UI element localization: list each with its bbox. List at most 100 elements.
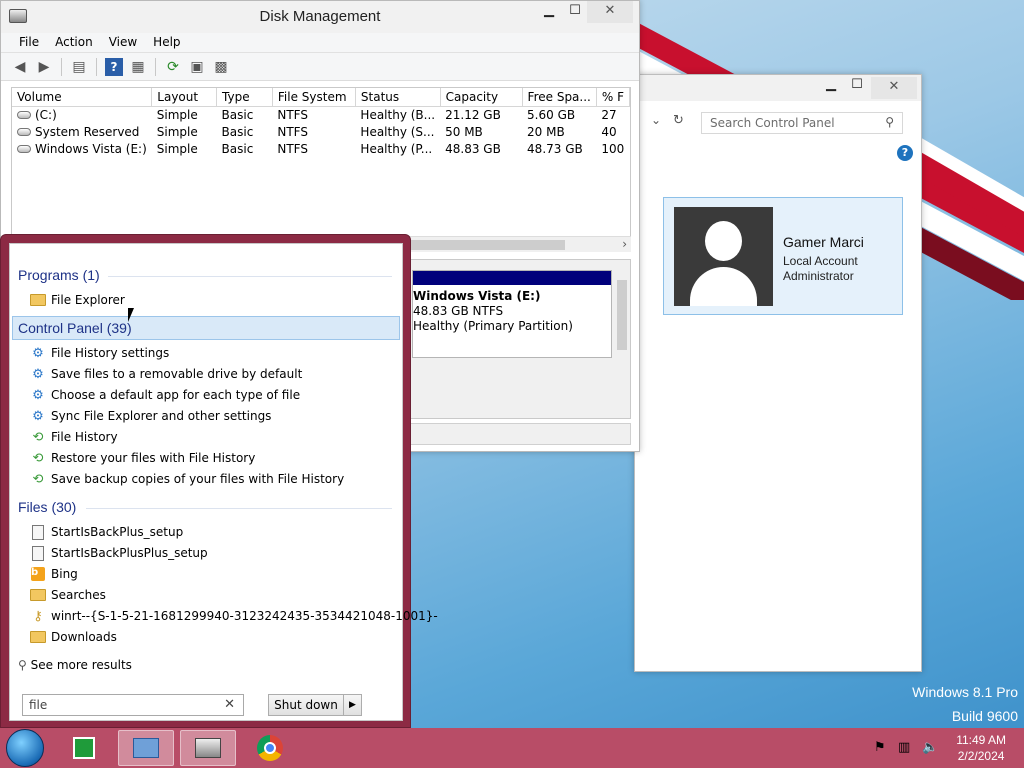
- see-more-results-link[interactable]: ⚲ See more results: [18, 658, 132, 672]
- divider: [108, 276, 392, 277]
- list-item[interactable]: ⚙ Save files to a removable drive by def…: [30, 364, 302, 384]
- disk-icon: [17, 128, 31, 136]
- menu-file[interactable]: File: [11, 33, 47, 52]
- table-row[interactable]: System Reserved Simple Basic NTFS Health…: [12, 123, 630, 140]
- list-item[interactable]: ⚙ Choose a default app for each type of …: [30, 385, 300, 405]
- table-row[interactable]: Windows Vista (E:) Simple Basic NTFS Hea…: [12, 140, 630, 157]
- start-search-input[interactable]: file ✕: [22, 694, 244, 716]
- list-item[interactable]: StartIsBackPlusPlus_setup: [30, 543, 208, 563]
- see-more-label: See more results: [30, 658, 132, 672]
- file-history-icon: ⟲: [32, 450, 44, 466]
- chrome-icon: [257, 735, 283, 761]
- search-control-panel-input[interactable]: Search Control Panel ⚲: [701, 112, 903, 134]
- menu-help[interactable]: Help: [145, 33, 188, 52]
- list-item[interactable]: ⟲ Save backup copies of your files with …: [30, 469, 345, 489]
- maximize-button[interactable]: ☐: [565, 1, 585, 23]
- item-label: StartIsBackPlus_setup: [51, 525, 184, 539]
- list-item[interactable]: ⚙ File History settings: [30, 343, 169, 363]
- item-label: StartIsBackPlusPlus_setup: [51, 546, 208, 560]
- table-row[interactable]: (C:) Simple Basic NTFS Healthy (B... 21.…: [12, 106, 630, 123]
- list-item[interactable]: ⚷ winrt--{S-1-5-21-1681299940-3123242435…: [30, 606, 438, 626]
- maximize-button[interactable]: ☐: [847, 75, 867, 97]
- scrollbar-thumb[interactable]: [411, 240, 565, 250]
- col-layout[interactable]: Layout: [151, 88, 218, 107]
- col-volume[interactable]: Volume: [12, 88, 153, 107]
- user-account-card[interactable]: Gamer Marci Local Account Administrator: [663, 197, 903, 315]
- minimize-button[interactable]: ▁: [821, 75, 841, 97]
- cell-percent-free: 100: [601, 141, 625, 156]
- volume-muted-icon[interactable]: 🔈: [922, 740, 938, 755]
- help-icon[interactable]: ?: [105, 57, 123, 76]
- key-icon: ⚷: [33, 608, 43, 624]
- cell-layout: Simple: [156, 141, 198, 156]
- taskbar-chrome-button[interactable]: [242, 730, 298, 766]
- col-status[interactable]: Status: [355, 88, 441, 107]
- divider: [86, 508, 392, 509]
- list-item[interactable]: Searches: [30, 585, 106, 605]
- col-capacity[interactable]: Capacity: [440, 88, 523, 107]
- action-center-flag-icon[interactable]: ⚑: [874, 740, 886, 755]
- refresh-icon[interactable]: ↻: [673, 113, 684, 128]
- close-button[interactable]: ✕: [587, 1, 633, 23]
- control-panel-titlebar[interactable]: ▁ ☐ ✕: [635, 75, 921, 101]
- disk-management-titlebar[interactable]: Disk Management ▁ ☐ ✕: [1, 1, 639, 33]
- partition-block[interactable]: Windows Vista (E:) 48.83 GB NTFS Healthy…: [412, 270, 612, 358]
- scrollbar-thumb[interactable]: [617, 280, 627, 350]
- menu-action[interactable]: Action: [47, 33, 101, 52]
- taskbar-disk-management-button[interactable]: [180, 730, 236, 766]
- system-clock[interactable]: 11:49 AM 2/2/2024: [956, 732, 1006, 764]
- item-label: File Explorer: [51, 293, 125, 307]
- item-label: Restore your files with File History: [51, 451, 256, 465]
- col-percent-free[interactable]: % F: [596, 88, 630, 107]
- group-header-control-panel[interactable]: Control Panel (39): [18, 320, 132, 336]
- volume-list-header: Volume Layout Type File System Status Ca…: [12, 88, 630, 107]
- properties-icon[interactable]: ▦: [129, 58, 147, 76]
- group-header-programs[interactable]: Programs (1): [18, 267, 100, 283]
- list-item[interactable]: b Bing: [30, 564, 78, 584]
- cell-capacity: 48.83 GB: [445, 141, 501, 156]
- cell-percent-free: 40: [601, 124, 617, 139]
- taskbar-store-button[interactable]: [56, 730, 112, 766]
- search-icon[interactable]: ⚲: [885, 115, 894, 129]
- show-hide-tree-icon[interactable]: ▤: [70, 58, 88, 76]
- chevron-right-icon[interactable]: ›: [622, 237, 627, 251]
- item-label: Choose a default app for each type of fi…: [51, 388, 301, 402]
- col-file-system[interactable]: File System: [272, 88, 356, 107]
- shut-down-options-arrow-icon[interactable]: ▶: [343, 695, 361, 715]
- refresh-icon[interactable]: ⟳: [164, 58, 182, 76]
- list-item[interactable]: File Explorer: [30, 290, 125, 310]
- list-item[interactable]: Downloads: [30, 627, 117, 647]
- clear-search-icon[interactable]: ✕: [224, 697, 235, 712]
- cell-capacity: 21.12 GB: [445, 107, 501, 122]
- minimize-button[interactable]: ▁: [539, 1, 559, 23]
- taskbar-control-panel-button[interactable]: [118, 730, 174, 766]
- list-item[interactable]: ⟲ Restore your files with File History: [30, 448, 256, 468]
- cell-free-space: 5.60 GB: [527, 107, 576, 122]
- shut-down-button[interactable]: Shut down ▶: [268, 694, 362, 716]
- col-free-space[interactable]: Free Spa...: [522, 88, 597, 107]
- menu-view[interactable]: View: [101, 33, 145, 52]
- start-button[interactable]: [6, 729, 44, 767]
- back-arrow-icon[interactable]: ◀: [11, 58, 29, 76]
- volume-name: System Reserved: [35, 124, 140, 139]
- disk-properties-icon[interactable]: ▩: [212, 58, 230, 76]
- network-icon[interactable]: ▥: [898, 740, 910, 755]
- gear-icon: ⚙: [32, 366, 44, 382]
- vertical-scrollbar[interactable]: [614, 260, 630, 400]
- bing-icon: b: [31, 567, 45, 581]
- list-item[interactable]: ⚙ Sync File Explorer and other settings: [30, 406, 271, 426]
- help-icon[interactable]: ?: [897, 145, 913, 161]
- search-value: file: [29, 698, 48, 712]
- forward-arrow-icon[interactable]: ▶: [35, 58, 53, 76]
- rescan-disks-icon[interactable]: ▣: [188, 58, 206, 76]
- item-label: winrt--{S-1-5-21-1681299940-3123242435-3…: [51, 609, 438, 623]
- group-header-files[interactable]: Files (30): [18, 499, 76, 515]
- gear-icon: ⚙: [32, 408, 44, 424]
- list-item[interactable]: StartIsBackPlus_setup: [30, 522, 183, 542]
- col-type[interactable]: Type: [216, 88, 273, 107]
- close-button[interactable]: ✕: [871, 77, 917, 99]
- cell-type: Basic: [221, 107, 254, 122]
- list-item[interactable]: ⟲ File History: [30, 427, 118, 447]
- gear-icon: ⚙: [32, 345, 44, 361]
- chevron-down-icon[interactable]: ⌄: [651, 113, 661, 127]
